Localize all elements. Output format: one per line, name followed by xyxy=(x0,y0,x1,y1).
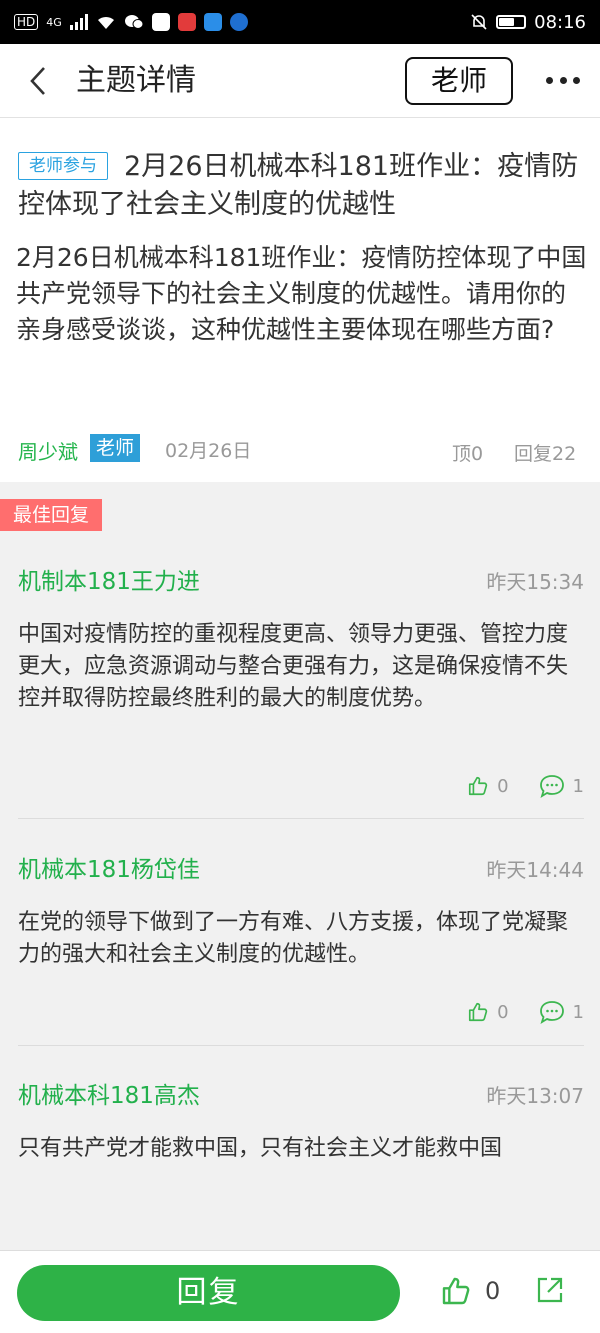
reply-like-button[interactable]: 0 xyxy=(467,775,509,797)
teacher-participated-tag: 老师参与 xyxy=(18,152,108,180)
reply-time: 昨天15:34 xyxy=(486,570,584,594)
share-icon[interactable] xyxy=(533,1273,567,1307)
app-icon-4 xyxy=(229,13,248,31)
reply-actions: 0 1 xyxy=(467,1000,584,1024)
more-options-icon[interactable] xyxy=(546,74,580,86)
reply-text: 在党的领导下做到了一方有难、八方支援，体现了党凝聚力的强大和社会主义制度的优越性… xyxy=(18,910,569,967)
app-icon-1 xyxy=(151,13,170,31)
wechat-icon xyxy=(124,15,144,29)
reply-button[interactable]: 回复 xyxy=(17,1265,400,1321)
reply-comment-button[interactable]: 1 xyxy=(539,1000,584,1024)
author-role-badge: 老师 xyxy=(90,434,140,462)
like-count: 0 xyxy=(485,1277,501,1305)
signal-icon xyxy=(69,14,88,30)
page-title: 主题详情 xyxy=(76,63,196,98)
topic-card: 2月26日机械本科181班作业：疫情防控体现了社会主义制度的优越性 老师参与 2… xyxy=(0,118,600,482)
status-bar-right: 08:16 xyxy=(470,12,586,33)
reply-comment-button[interactable]: 1 xyxy=(539,774,584,798)
thumbs-up-icon xyxy=(469,776,488,796)
thumbs-up-icon[interactable] xyxy=(440,1275,472,1307)
reply-item: 机制本181王力进 昨天15:34 中国对疫情防控的重视程度更高、领导力更强、管… xyxy=(18,562,584,812)
reply-comment-count: 1 xyxy=(572,1001,584,1023)
topic-date: 02月26日 xyxy=(165,440,252,462)
thumbs-up-icon xyxy=(469,1002,488,1022)
best-reply-label: 最佳回复 xyxy=(0,499,102,531)
wifi-icon xyxy=(97,16,114,29)
status-bar: HD 4G 08:16 xyxy=(0,0,600,44)
app-header: 主题详情 老师 xyxy=(0,44,600,118)
reply-text: 中国对疫情防控的重视程度更高、领导力更强、管控力度更大，应急资源调动与整合更强有… xyxy=(18,622,569,711)
battery-icon xyxy=(496,15,527,29)
comment-icon xyxy=(539,1001,564,1024)
reply-like-count: 0 xyxy=(497,1001,509,1023)
reply-like-button[interactable]: 0 xyxy=(467,1001,509,1023)
app-icon-2 xyxy=(177,13,196,31)
reply-divider xyxy=(18,1045,584,1046)
topic-body: 2月26日机械本科181班作业：疫情防控体现了中国共产党领导下的社会主义制度的优… xyxy=(16,243,587,344)
reply-time: 昨天13:07 xyxy=(486,1084,584,1108)
mute-bell-icon xyxy=(471,14,487,30)
status-bar-left: HD 4G xyxy=(14,13,248,31)
reply-comment-count: 1 xyxy=(572,775,584,797)
reply-author[interactable]: 机械本181杨岱佳 xyxy=(18,850,200,884)
reply-divider xyxy=(18,818,584,819)
reply-author[interactable]: 机械本科181高杰 xyxy=(18,1076,200,1110)
bottom-action-bar: 回复 0 xyxy=(0,1250,600,1333)
comment-icon xyxy=(539,775,564,798)
reply-time: 昨天14:44 xyxy=(486,858,584,882)
topic-author[interactable]: 周少斌 xyxy=(18,436,78,465)
reply-text: 只有共产党才能救中国，只有社会主义才能救中国 xyxy=(18,1136,503,1161)
reply-actions: 0 1 xyxy=(467,774,584,798)
app-icon-3 xyxy=(203,13,222,31)
reply-item: 机械本科181高杰 昨天13:07 只有共产党才能救中国，只有社会主义才能救中国 xyxy=(18,1076,584,1236)
reply-like-count: 0 xyxy=(497,775,509,797)
role-switch-button[interactable]: 老师 xyxy=(405,57,513,105)
hd-indicator: HD xyxy=(14,14,39,30)
topic-reply-count: 回复22 xyxy=(514,443,577,465)
topic-likes: 顶0 xyxy=(452,443,484,465)
reply-item: 机械本181杨岱佳 昨天14:44 在党的领导下做到了一方有难、八方支援，体现了… xyxy=(18,850,584,1040)
network-type: 4G xyxy=(46,15,62,29)
clock: 08:16 xyxy=(534,11,586,33)
reply-author[interactable]: 机制本181王力进 xyxy=(18,562,200,596)
back-arrow-icon[interactable] xyxy=(22,64,56,98)
